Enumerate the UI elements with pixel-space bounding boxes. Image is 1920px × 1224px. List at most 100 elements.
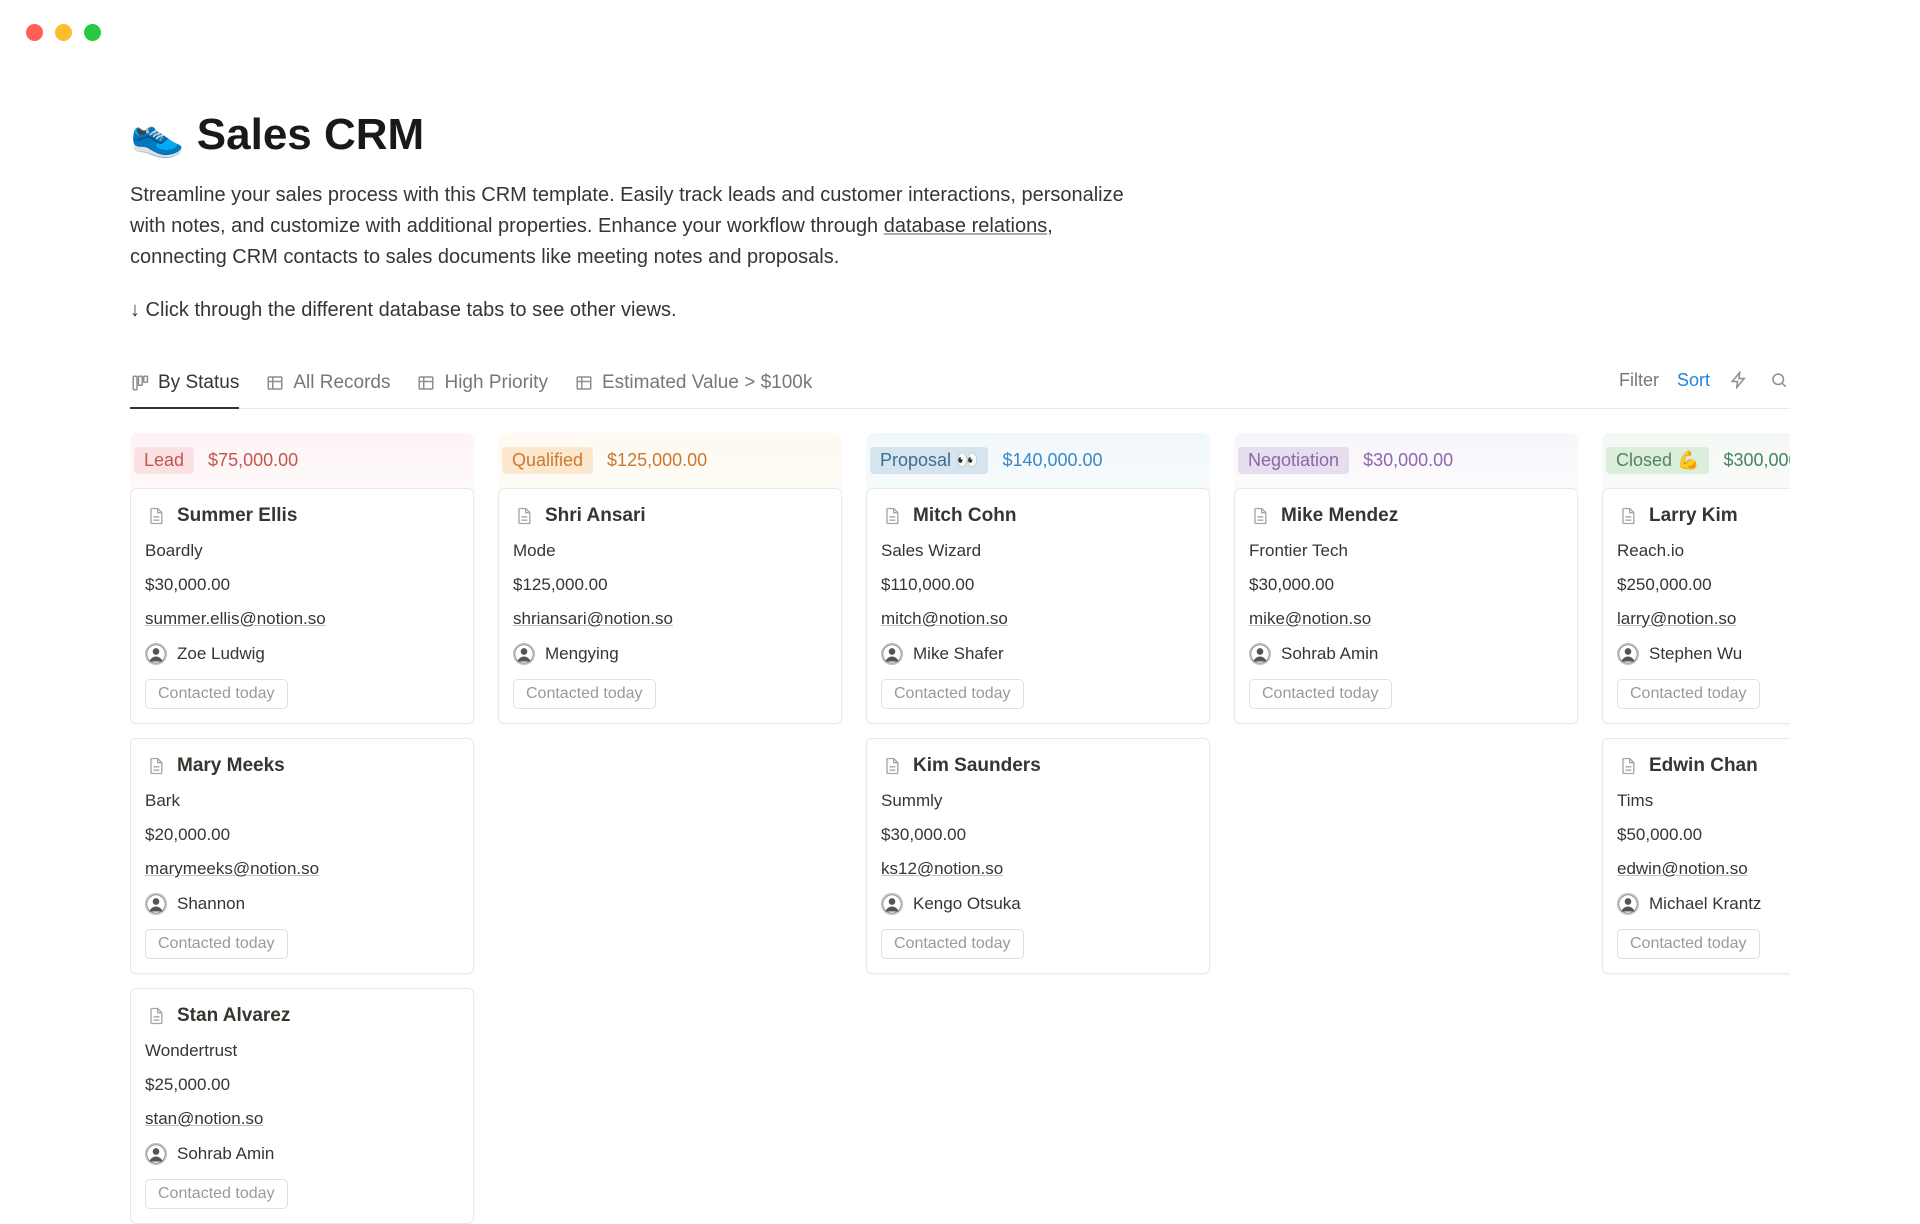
email-field[interactable]: summer.ellis@notion.so bbox=[145, 609, 459, 629]
contacted-today-button[interactable]: Contacted today bbox=[145, 929, 288, 959]
contacted-today-button[interactable]: Contacted today bbox=[513, 679, 656, 709]
page-description: Streamline your sales process with this … bbox=[130, 180, 1150, 273]
status-chip[interactable]: Negotiation bbox=[1238, 447, 1349, 474]
value-field: $250,000.00 bbox=[1617, 575, 1790, 595]
value-field: $30,000.00 bbox=[1249, 575, 1563, 595]
record-card[interactable]: Shri AnsariMode$125,000.00shriansari@not… bbox=[498, 488, 842, 724]
value-field: $50,000.00 bbox=[1617, 825, 1790, 845]
value-field: $30,000.00 bbox=[145, 575, 459, 595]
card-title: Summer Ellis bbox=[177, 505, 297, 527]
card-title: Edwin Chan bbox=[1649, 755, 1758, 777]
status-chip[interactable]: Closed 💪 bbox=[1606, 447, 1709, 474]
page-header: 👟 Sales CRM bbox=[130, 110, 1790, 160]
owner-field: Mike Shafer bbox=[881, 643, 1195, 665]
contacted-today-button[interactable]: Contacted today bbox=[881, 929, 1024, 959]
minimize-window-button[interactable] bbox=[55, 24, 72, 41]
value-field: $25,000.00 bbox=[145, 1075, 459, 1095]
automations-icon[interactable] bbox=[1728, 369, 1750, 391]
email-field[interactable]: ks12@notion.so bbox=[881, 859, 1195, 879]
tab-estimated-value-100k[interactable]: Estimated Value > $100k bbox=[574, 362, 812, 408]
column-header: Qualified $125,000.00 bbox=[498, 447, 842, 474]
contacted-today-button[interactable]: Contacted today bbox=[1617, 929, 1760, 959]
avatar bbox=[1617, 643, 1639, 665]
avatar bbox=[145, 893, 167, 915]
company-field: Summly bbox=[881, 791, 1195, 811]
email-field[interactable]: larry@notion.so bbox=[1617, 609, 1790, 629]
value-field: $30,000.00 bbox=[881, 825, 1195, 845]
tab-label: All Records bbox=[293, 372, 390, 394]
avatar bbox=[1249, 643, 1271, 665]
owner-name: Mengying bbox=[545, 644, 619, 664]
page-icon bbox=[881, 755, 903, 777]
filter-button[interactable]: Filter bbox=[1619, 370, 1659, 391]
contacted-today-button[interactable]: Contacted today bbox=[1617, 679, 1760, 709]
contacted-today-button[interactable]: Contacted today bbox=[145, 1179, 288, 1209]
page-icon[interactable]: 👟 bbox=[130, 113, 185, 157]
record-card[interactable]: Summer EllisBoardly$30,000.00summer.elli… bbox=[130, 488, 474, 724]
email-field[interactable]: edwin@notion.so bbox=[1617, 859, 1790, 879]
hint-text: ↓ Click through the different database t… bbox=[130, 299, 1790, 322]
owner-name: Kengo Otsuka bbox=[913, 894, 1021, 914]
email-field[interactable]: stan@notion.so bbox=[145, 1109, 459, 1129]
board-column-qualified: Qualified $125,000.00 Shri AnsariMode$125,… bbox=[498, 433, 842, 1224]
value-field: $20,000.00 bbox=[145, 825, 459, 845]
record-card[interactable]: Mike MendezFrontier Tech$30,000.00mike@n… bbox=[1234, 488, 1578, 724]
record-card[interactable]: Kim SaundersSummly$30,000.00ks12@notion.… bbox=[866, 738, 1210, 974]
value-field: $110,000.00 bbox=[881, 575, 1195, 595]
tab-all-records[interactable]: All Records bbox=[265, 362, 390, 408]
fullscreen-window-button[interactable] bbox=[84, 24, 101, 41]
record-card[interactable]: Edwin ChanTims$50,000.00edwin@notion.soM… bbox=[1602, 738, 1790, 974]
contacted-today-button[interactable]: Contacted today bbox=[145, 679, 288, 709]
tab-by-status[interactable]: By Status bbox=[130, 362, 239, 408]
board-column-proposal: Proposal 👀$140,000.00Mitch CohnSales Wiz… bbox=[866, 433, 1210, 1224]
board-column-closed: Closed 💪 $300,000.00 Larry KimReach.io$250… bbox=[1602, 433, 1790, 1224]
status-chip[interactable]: Lead bbox=[134, 447, 194, 474]
page-icon bbox=[145, 1005, 167, 1027]
column-header: Lead $75,000.00 bbox=[130, 447, 474, 474]
tab-high-priority[interactable]: High Priority bbox=[416, 362, 547, 408]
column-total: $300,000.00 bbox=[1723, 450, 1790, 471]
page-icon bbox=[881, 505, 903, 527]
contacted-today-button[interactable]: Contacted today bbox=[1249, 679, 1392, 709]
card-title: Mike Mendez bbox=[1281, 505, 1398, 527]
owner-name: Michael Krantz bbox=[1649, 894, 1761, 914]
status-chip[interactable]: Proposal 👀 bbox=[870, 447, 988, 474]
email-field[interactable]: shriansari@notion.so bbox=[513, 609, 827, 629]
record-card[interactable]: Larry KimReach.io$250,000.00larry@notion… bbox=[1602, 488, 1790, 724]
column-total: $125,000.00 bbox=[607, 450, 707, 471]
avatar bbox=[145, 1143, 167, 1165]
record-card[interactable]: Mary MeeksBark$20,000.00marymeeks@notion… bbox=[130, 738, 474, 974]
page-icon bbox=[1617, 755, 1639, 777]
column-total: $75,000.00 bbox=[208, 450, 298, 471]
owner-field: Sohrab Amin bbox=[1249, 643, 1563, 665]
database-tabs-row: By Status All Records High Priority Estimat… bbox=[130, 362, 1790, 409]
card-title: Shri Ansari bbox=[545, 505, 646, 527]
column-header: Closed 💪 $300,000.00 bbox=[1602, 447, 1790, 474]
table-icon bbox=[416, 373, 436, 393]
email-field[interactable]: mitch@notion.so bbox=[881, 609, 1195, 629]
page-icon bbox=[145, 755, 167, 777]
contacted-today-button[interactable]: Contacted today bbox=[881, 679, 1024, 709]
record-card[interactable]: Stan AlvarezWondertrust$25,000.00stan@no… bbox=[130, 988, 474, 1224]
search-icon[interactable] bbox=[1768, 369, 1790, 391]
card-title: Mary Meeks bbox=[177, 755, 285, 777]
avatar bbox=[1617, 893, 1639, 915]
avatar bbox=[145, 643, 167, 665]
column-total: $30,000.00 bbox=[1363, 450, 1453, 471]
close-window-button[interactable] bbox=[26, 24, 43, 41]
board-column-negotiation: Negotiation$30,000.00Mike MendezFrontier… bbox=[1234, 433, 1578, 1224]
email-field[interactable]: marymeeks@notion.so bbox=[145, 859, 459, 879]
email-field[interactable]: mike@notion.so bbox=[1249, 609, 1563, 629]
record-card[interactable]: Mitch Cohn Sales Wizard $110,000.00 mitch@n… bbox=[866, 488, 1210, 724]
database-relations-link[interactable]: database relations bbox=[884, 215, 1047, 237]
window-traffic-lights bbox=[26, 24, 101, 41]
status-chip[interactable]: Qualified bbox=[502, 447, 593, 474]
page-title[interactable]: Sales CRM bbox=[197, 110, 424, 160]
card-title: Mitch Cohn bbox=[913, 505, 1016, 527]
owner-field: Zoe Ludwig bbox=[145, 643, 459, 665]
owner-field: Kengo Otsuka bbox=[881, 893, 1195, 915]
company-field: Sales Wizard bbox=[881, 541, 1195, 561]
kanban-board: Lead $75,000.00 Summer EllisBoardly$30,000… bbox=[130, 433, 1790, 1224]
sort-button[interactable]: Sort bbox=[1677, 370, 1710, 391]
column-header: Negotiation $30,000.00 bbox=[1234, 447, 1578, 474]
